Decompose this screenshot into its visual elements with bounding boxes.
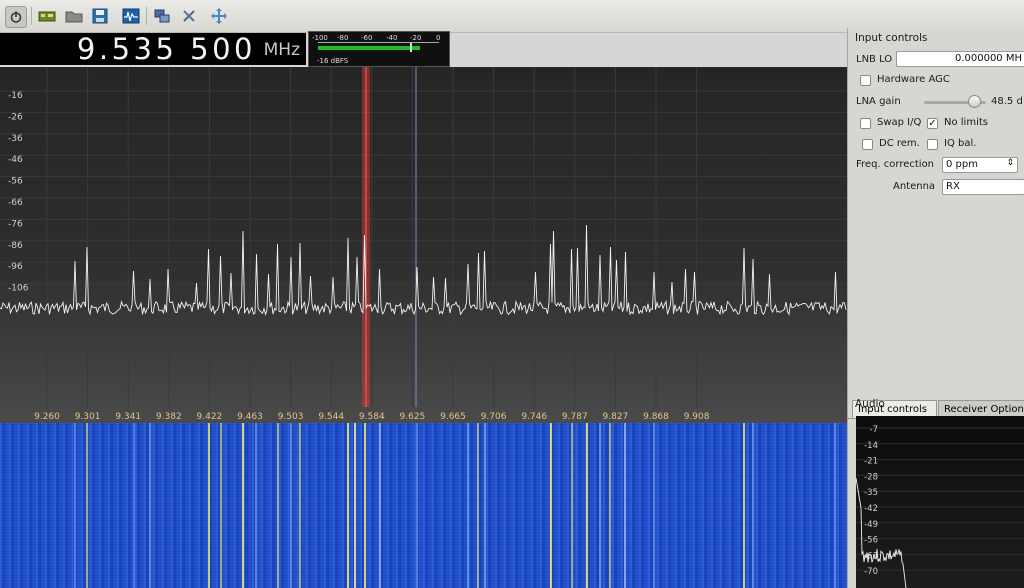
- spectrum-trace: [0, 224, 847, 317]
- db-axis-label: -26: [8, 112, 23, 122]
- tools-icon[interactable]: [179, 6, 199, 26]
- audio-fft-svg: -7-14-21-28-35-42-49-56-63-70: [856, 425, 1024, 588]
- meter-peak-marker: [409, 43, 412, 52]
- lnb-lo-input[interactable]: 0.000000 MH: [896, 51, 1024, 67]
- freq-axis-label: 9.503: [278, 412, 304, 422]
- antenna-label: Antenna: [893, 181, 936, 192]
- freq-axis-label: 9.260: [34, 412, 60, 422]
- antenna-select[interactable]: RX: [942, 179, 1024, 195]
- freq-axis-label: 9.422: [197, 412, 223, 422]
- db-axis-label: -56: [8, 177, 23, 187]
- no-limits-checkbox[interactable]: ✓: [927, 118, 938, 129]
- meter-scale-line: [318, 42, 439, 43]
- spinbox-arrows-icon[interactable]: ⇕: [1006, 158, 1014, 168]
- audio-db-label: -35: [864, 488, 878, 498]
- remote-control-icon[interactable]: [152, 6, 172, 26]
- db-axis-label: -46: [8, 155, 23, 165]
- lna-gain-slider-handle[interactable]: [967, 95, 981, 108]
- meter-tick: -40: [386, 34, 398, 42]
- swap-iq-checkbox[interactable]: [860, 118, 871, 129]
- freq-axis-label: 9.544: [318, 412, 344, 422]
- iq-bal-label: IQ bal.: [944, 138, 977, 149]
- audio-db-label: -14: [864, 441, 878, 451]
- dc-rem-checkbox[interactable]: [862, 139, 873, 150]
- freq-axis-label: 9.706: [481, 412, 507, 422]
- meter-level-bar: [318, 46, 420, 50]
- meter-tick: -20: [410, 34, 422, 42]
- waterfall-display[interactable]: [0, 423, 847, 588]
- audio-fft-plot[interactable]: -7 -14 -21 -28 -35 -42 -49 -56 -63 -70: [856, 416, 1024, 588]
- freq-axis-label: 9.787: [562, 412, 588, 422]
- device-icon[interactable]: [37, 6, 57, 26]
- open-folder-icon[interactable]: [64, 6, 84, 26]
- audio-db-label: -56: [864, 536, 878, 546]
- meter-reading: -16 dBFS: [317, 57, 349, 65]
- waterfall-svg: [74, 423, 836, 588]
- lna-gain-value: 48.5 d: [991, 96, 1023, 107]
- meter-tick: -80: [337, 34, 349, 42]
- freq-correction-spinbox[interactable]: 0 ppm ⇕: [942, 157, 1018, 173]
- lnb-lo-label: LNB LO: [856, 54, 893, 65]
- frequency-display[interactable]: 9.535 500 MHz: [0, 32, 306, 66]
- db-axis-label: -36: [8, 134, 23, 144]
- meter-tick: -100: [312, 34, 328, 42]
- toolbar-separator: [31, 7, 32, 25]
- db-axis-label: -66: [8, 198, 23, 208]
- hardware-agc-checkbox[interactable]: [860, 75, 871, 86]
- hardware-agc-label: Hardware AGC: [877, 74, 950, 85]
- freq-axis-label: 9.301: [75, 412, 101, 422]
- meter-tick: -60: [361, 34, 373, 42]
- no-limits-label: No limits: [944, 117, 988, 128]
- freq-axis-label: 9.868: [643, 412, 669, 422]
- fit-view-icon[interactable]: [209, 6, 229, 26]
- db-axis-label: -16: [8, 91, 23, 101]
- freq-axis-label: 9.827: [603, 412, 629, 422]
- freq-axis-label: 9.463: [237, 412, 263, 422]
- spectrum-plot[interactable]: -16 -26 -36 -46 -56 -66 -76 -86 -96 -106 9.260 9.30…: [0, 67, 847, 423]
- freq-axis-label: 9.341: [115, 412, 141, 422]
- swap-iq-label: Swap I/Q: [877, 117, 922, 128]
- freq-axis-label: 9.625: [400, 412, 426, 422]
- freq-axis-label: 9.584: [359, 412, 385, 422]
- audio-db-label: -70: [864, 567, 878, 577]
- dc-rem-label: DC rem.: [879, 138, 920, 149]
- power-icon[interactable]: [5, 6, 27, 28]
- save-icon[interactable]: [90, 6, 110, 26]
- freq-correction-label: Freq. correction: [856, 159, 935, 170]
- db-axis-label: -86: [8, 241, 23, 251]
- audio-db-label: -49: [864, 520, 878, 530]
- input-controls-dock: Input controls LNB LO 0.000000 MH Hardwa…: [847, 28, 1024, 588]
- toolbar-separator: [146, 7, 147, 25]
- audio-db-label: -7: [870, 425, 878, 435]
- dock-title: Input controls: [855, 32, 928, 44]
- iq-bal-checkbox[interactable]: [927, 139, 938, 150]
- freq-correction-value: 0 ppm: [946, 159, 978, 170]
- signal-icon[interactable]: [121, 6, 141, 26]
- freq-axis-label: 9.908: [684, 412, 710, 422]
- audio-title: Audio: [855, 398, 885, 410]
- audio-db-label: -28: [864, 472, 878, 482]
- freq-axis-label: 9.382: [156, 412, 182, 422]
- freq-axis-label: 9.746: [521, 412, 547, 422]
- freq-axis-label: 9.665: [440, 412, 466, 422]
- db-axis-label: -76: [8, 219, 23, 229]
- frequency-unit: MHz: [263, 40, 300, 60]
- signal-meter: -100 -80 -60 -40 -20 0 -16 dBFS: [308, 31, 450, 67]
- meter-tick: 0: [436, 34, 441, 42]
- db-axis-label: -96: [8, 262, 23, 272]
- audio-db-label: -21: [864, 457, 878, 467]
- audio-db-label: -42: [864, 504, 878, 514]
- db-axis-label: -106: [8, 284, 29, 294]
- frequency-value[interactable]: 9.535 500: [77, 32, 256, 66]
- lna-gain-label: LNA gain: [856, 96, 901, 107]
- spectrum-svg[interactable]: -16 -26 -36 -46 -56 -66 -76 -86 -96 -106 9.260 9.30…: [0, 67, 847, 423]
